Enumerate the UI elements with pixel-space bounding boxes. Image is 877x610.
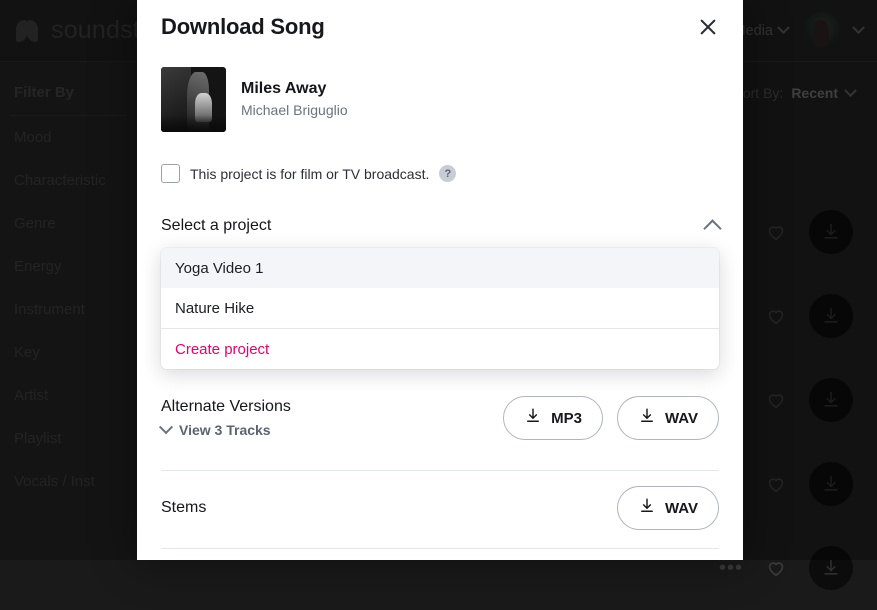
help-icon[interactable]: ? bbox=[439, 165, 456, 182]
download-icon bbox=[638, 407, 656, 429]
song-artist: Michael Briguglio bbox=[241, 100, 348, 121]
view-tracks-toggle[interactable]: View 3 Tracks bbox=[161, 422, 291, 438]
alternate-versions-buttons: MP3 WAV bbox=[503, 396, 719, 440]
alternate-versions-text: Alternate Versions View 3 Tracks bbox=[161, 398, 291, 438]
modal-header: Download Song bbox=[137, 0, 743, 40]
section-divider bbox=[161, 548, 719, 549]
project-select-label: Select a project bbox=[161, 217, 271, 235]
download-icon bbox=[524, 407, 542, 429]
section-divider bbox=[161, 470, 719, 471]
dropdown-option-yoga-video-1[interactable]: Yoga Video 1 bbox=[161, 248, 719, 288]
stems-section: Stems WAV bbox=[137, 486, 743, 530]
download-mp3-label: MP3 bbox=[551, 410, 582, 427]
download-song-modal: Download Song Miles Away Michael Brigugl… bbox=[137, 0, 743, 560]
stems-buttons: WAV bbox=[617, 486, 719, 530]
heart-icon[interactable] bbox=[765, 557, 787, 579]
broadcast-checkbox[interactable] bbox=[161, 164, 180, 183]
close-icon[interactable] bbox=[695, 14, 721, 40]
download-stems-wav-button[interactable]: WAV bbox=[617, 486, 719, 530]
alternate-versions-title: Alternate Versions bbox=[161, 398, 291, 416]
project-dropdown: Yoga Video 1 Nature Hike Create project bbox=[161, 248, 719, 369]
view-tracks-label: View 3 Tracks bbox=[179, 422, 271, 438]
song-summary: Miles Away Michael Briguglio bbox=[137, 40, 743, 132]
song-meta: Miles Away Michael Briguglio bbox=[241, 78, 348, 121]
broadcast-checkbox-label: This project is for film or TV broadcast… bbox=[190, 166, 429, 182]
broadcast-checkbox-row: This project is for film or TV broadcast… bbox=[137, 132, 743, 183]
create-project-button[interactable]: Create project bbox=[161, 329, 719, 369]
download-icon bbox=[638, 497, 656, 519]
download-wav-label: WAV bbox=[665, 410, 698, 427]
alternate-versions-section: Alternate Versions View 3 Tracks MP3 WAV bbox=[137, 396, 743, 440]
chevron-up-icon[interactable] bbox=[703, 219, 721, 237]
song-title: Miles Away bbox=[241, 78, 348, 100]
stems-title: Stems bbox=[161, 499, 206, 517]
dropdown-option-nature-hike[interactable]: Nature Hike bbox=[161, 288, 719, 328]
download-stems-wav-label: WAV bbox=[665, 500, 698, 517]
page-title: Download Song bbox=[161, 14, 325, 40]
download-mp3-button[interactable]: MP3 bbox=[503, 396, 603, 440]
download-wav-button[interactable]: WAV bbox=[617, 396, 719, 440]
chevron-down-icon bbox=[159, 420, 173, 434]
album-artwork bbox=[161, 67, 226, 132]
project-select-header[interactable]: Select a project bbox=[137, 183, 743, 235]
